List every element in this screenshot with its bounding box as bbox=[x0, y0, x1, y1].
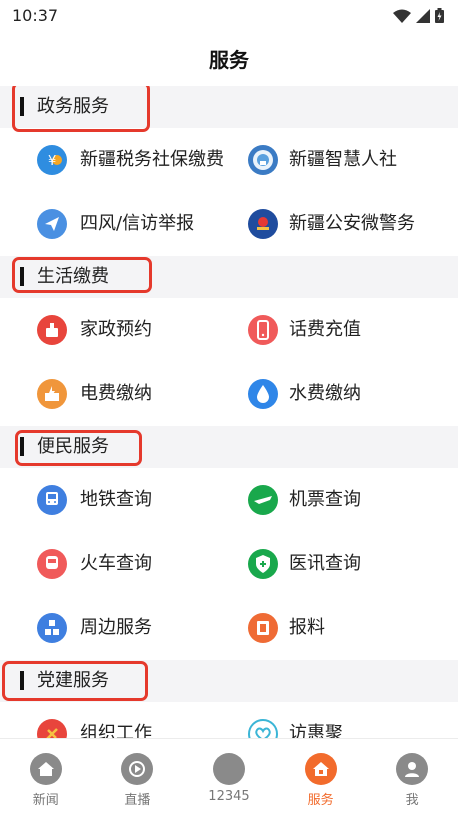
section-header-convenience: 便民服务 bbox=[0, 426, 458, 468]
nearby-blocks-icon bbox=[37, 613, 67, 643]
service-label: 电费缴纳 bbox=[80, 383, 152, 404]
section-header-government: 政务服务 bbox=[0, 86, 458, 132]
section-grid-government: ¥ 新疆税务社保缴费 新疆智慧人社 四风/信访举报 新疆公安微警务 bbox=[0, 128, 458, 256]
social-security-icon bbox=[248, 145, 278, 175]
tab-live[interactable]: 直播 bbox=[92, 739, 184, 814]
tab-hotline[interactable]: 12345 bbox=[183, 739, 275, 814]
phone-icon bbox=[248, 315, 278, 345]
heart-hands-icon bbox=[248, 719, 278, 738]
service-label: 话费充值 bbox=[289, 319, 361, 340]
services-list[interactable]: 政务服务 ¥ 新疆税务社保缴费 新疆智慧人社 四风/信访举报 新疆公安微警务 生… bbox=[0, 86, 458, 738]
service-housekeeping[interactable]: 家政预约 bbox=[0, 298, 229, 362]
section-grid-convenience: 地铁查询 机票查询 火车查询 医讯查询 周边服务 报料 bbox=[0, 468, 458, 660]
live-icon bbox=[121, 753, 154, 785]
wifi-icon bbox=[393, 9, 411, 23]
highlight-box bbox=[12, 86, 150, 132]
header: 服务 bbox=[0, 40, 458, 80]
status-icons bbox=[393, 8, 444, 23]
service-nearby[interactable]: 周边服务 bbox=[0, 596, 229, 660]
service-label: 地铁查询 bbox=[80, 489, 152, 510]
service-label: 新疆公安微警务 bbox=[289, 213, 415, 234]
paper-plane-icon bbox=[37, 209, 67, 239]
report-icon bbox=[248, 613, 278, 643]
electricity-icon bbox=[37, 379, 67, 409]
service-label: 医讯查询 bbox=[289, 553, 361, 574]
subway-icon bbox=[37, 485, 67, 515]
service-label: 报料 bbox=[289, 617, 325, 638]
service-smart-hr[interactable]: 新疆智慧人社 bbox=[229, 128, 458, 192]
tab-label: 我 bbox=[405, 793, 419, 808]
airplane-icon bbox=[248, 485, 278, 515]
service-fanghuiju[interactable]: 访惠聚 bbox=[229, 702, 458, 738]
medical-shield-icon bbox=[248, 549, 278, 579]
tab-me[interactable]: 我 bbox=[366, 739, 458, 814]
water-drop-icon bbox=[248, 379, 278, 409]
page-title: 服务 bbox=[209, 48, 249, 72]
service-flights[interactable]: 机票查询 bbox=[229, 468, 458, 532]
service-label: 新疆智慧人社 bbox=[289, 149, 397, 170]
tab-label: 新闻 bbox=[32, 793, 59, 808]
service-label: 家政预约 bbox=[80, 319, 152, 340]
service-label: 访惠聚 bbox=[289, 723, 343, 738]
section-grid-life-payment: 家政预约 话费充值 电费缴纳 水费缴纳 bbox=[0, 298, 458, 426]
tab-label: 服务 bbox=[307, 793, 334, 808]
service-label: 火车查询 bbox=[80, 553, 152, 574]
service-label: 水费缴纳 bbox=[289, 383, 361, 404]
tab-label: 直播 bbox=[124, 793, 151, 808]
service-electricity[interactable]: 电费缴纳 bbox=[0, 362, 229, 426]
service-phone-recharge[interactable]: 话费充值 bbox=[229, 298, 458, 362]
bottom-tab-bar: 新闻 直播 12345 服务 我 bbox=[0, 738, 458, 814]
service-report-complaint[interactable]: 四风/信访举报 bbox=[0, 192, 229, 256]
status-time: 10:37 bbox=[12, 6, 59, 25]
tax-icon: ¥ bbox=[37, 145, 67, 175]
tab-news[interactable]: 新闻 bbox=[0, 739, 92, 814]
service-label: 组织工作 bbox=[80, 723, 152, 738]
police-badge-icon bbox=[248, 209, 278, 239]
service-trains[interactable]: 火车查询 bbox=[0, 532, 229, 596]
highlight-box bbox=[12, 257, 152, 293]
service-label: 新疆税务社保缴费 bbox=[80, 149, 224, 170]
housekeeping-icon bbox=[37, 315, 67, 345]
service-report[interactable]: 报料 bbox=[229, 596, 458, 660]
section-header-life-payment: 生活缴费 bbox=[0, 256, 458, 298]
home-icon bbox=[29, 753, 62, 785]
service-label: 周边服务 bbox=[80, 617, 152, 638]
service-organization[interactable]: 组织工作 bbox=[0, 702, 229, 738]
service-water[interactable]: 水费缴纳 bbox=[229, 362, 458, 426]
svg-text:¥: ¥ bbox=[48, 154, 56, 169]
signal-icon bbox=[416, 8, 430, 23]
status-bar: 10:37 bbox=[0, 0, 458, 32]
service-subway[interactable]: 地铁查询 bbox=[0, 468, 229, 532]
service-icon bbox=[304, 753, 337, 785]
hotline-icon bbox=[212, 753, 245, 785]
service-label: 四风/信访举报 bbox=[80, 213, 195, 234]
highlight-box bbox=[2, 661, 148, 701]
service-tax-social-security[interactable]: ¥ 新疆税务社保缴费 bbox=[0, 128, 229, 192]
highlight-box bbox=[15, 430, 142, 466]
party-emblem-icon bbox=[37, 719, 67, 738]
train-icon bbox=[37, 549, 67, 579]
tab-service[interactable]: 服务 bbox=[275, 739, 367, 814]
battery-icon bbox=[435, 8, 444, 23]
user-icon bbox=[396, 753, 429, 785]
section-grid-party-building: 组织工作 访惠聚 bbox=[0, 702, 458, 738]
service-police[interactable]: 新疆公安微警务 bbox=[229, 192, 458, 256]
service-medical[interactable]: 医讯查询 bbox=[229, 532, 458, 596]
section-header-party-building: 党建服务 bbox=[0, 660, 458, 702]
tab-label: 12345 bbox=[208, 789, 250, 804]
service-label: 机票查询 bbox=[289, 489, 361, 510]
